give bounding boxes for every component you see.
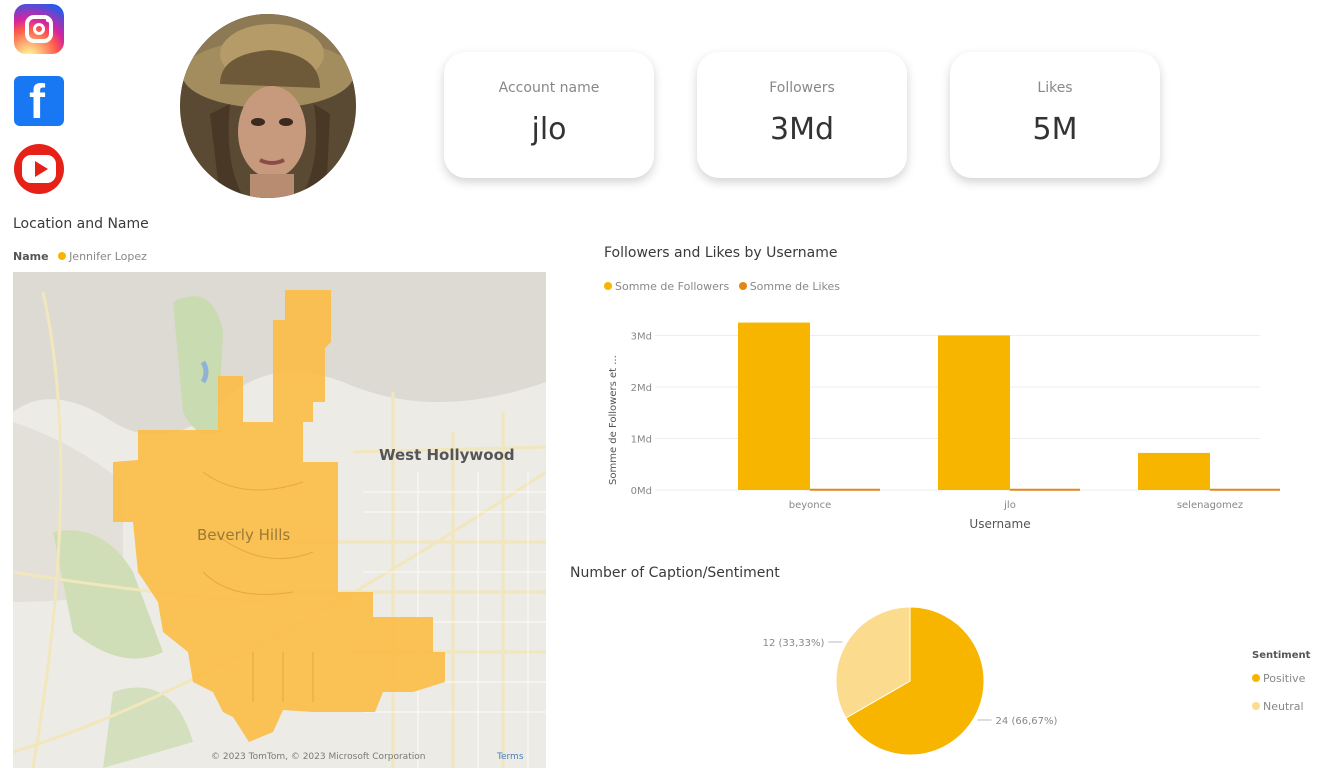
map-visual[interactable]: West Hollywood Beverly Hills © 2023 TomT… [13, 272, 546, 768]
legend-dot-icon [1252, 674, 1260, 682]
pie-legend-label: Positive [1263, 672, 1306, 685]
pie-legend-item-positive[interactable]: Positive [1252, 672, 1305, 685]
map-legend: Name Jennifer Lopez [13, 250, 147, 263]
pie-data-label: 12 (33,33%) [763, 638, 825, 649]
bar-chart[interactable]: 0Md 1Md 2Md 3Md Somme de Followers et ... bey… [560, 300, 1320, 545]
map-legend-value: Jennifer Lopez [69, 250, 147, 263]
facebook-icon[interactable]: f [14, 76, 64, 129]
bar-likes[interactable] [810, 488, 880, 491]
youtube-icon[interactable] [14, 144, 64, 194]
kpi-value: 3Md [769, 112, 834, 147]
pie-legend-item-neutral[interactable]: Neutral [1252, 700, 1304, 713]
x-tick-label: beyonce [789, 500, 832, 511]
legend-dot-icon [58, 252, 67, 260]
pie-legend-title: Sentiment [1252, 650, 1311, 661]
x-tick-label: selenagomez [1177, 500, 1243, 511]
map-legend-label: Name [13, 250, 49, 263]
kpi-card-likes: Likes 5M [950, 52, 1160, 178]
map-canvas [13, 272, 546, 768]
bar-followers[interactable] [1138, 452, 1210, 490]
x-axis-title: Username [969, 517, 1030, 531]
kpi-label: Likes [1037, 80, 1073, 96]
pie-data-label: 24 (66,67%) [996, 716, 1058, 727]
kpi-label: Account name [498, 80, 600, 96]
pie-legend-label: Neutral [1263, 700, 1304, 713]
legend-dot-icon [604, 282, 612, 290]
legend-dot-icon [1252, 702, 1260, 710]
kpi-value: jlo [531, 112, 567, 147]
legend-item-likes: Somme de Likes [749, 280, 841, 293]
bar-likes[interactable] [1010, 488, 1080, 491]
kpi-label: Followers [769, 80, 835, 96]
map-attribution: © 2023 TomTom, © 2023 Microsoft Corporat… [211, 752, 426, 762]
instagram-icon[interactable] [14, 4, 64, 54]
y-axis-title: Somme de Followers et ... [608, 355, 619, 485]
profile-avatar [180, 14, 356, 198]
legend-dot-icon [738, 282, 747, 290]
bar-chart-title: Followers and Likes by Username [604, 245, 838, 261]
bar-followers[interactable] [738, 322, 810, 490]
y-tick-label: 3Md [631, 331, 652, 342]
report-canvas: f Account name jlo Followers 3Md Likes 5… [0, 0, 1340, 783]
map-label-west-hollywood: West Hollywood [379, 446, 515, 464]
map-title: Location and Name [13, 216, 149, 232]
y-tick-label: 1Md [631, 434, 652, 445]
x-tick-label: jlo [1003, 500, 1016, 511]
bar-followers[interactable] [938, 335, 1010, 490]
map-terms-link[interactable]: Terms [497, 752, 524, 762]
kpi-card-account-name: Account name jlo [444, 52, 654, 178]
pie-chart-title: Number of Caption/Sentiment [570, 565, 780, 581]
pie-chart[interactable]: 24 (66,67%) 12 (33,33%) [740, 595, 1100, 770]
kpi-card-followers: Followers 3Md [697, 52, 907, 178]
map-label-beverly-hills: Beverly Hills [197, 526, 291, 544]
y-tick-label: 0Md [631, 486, 652, 497]
bar-likes[interactable] [1210, 488, 1280, 491]
legend-item-followers: Somme de Followers [615, 280, 730, 293]
kpi-value: 5M [1032, 112, 1078, 147]
y-tick-label: 2Md [631, 383, 652, 394]
bar-chart-legend: Somme de Followers Somme de Likes [604, 280, 840, 293]
